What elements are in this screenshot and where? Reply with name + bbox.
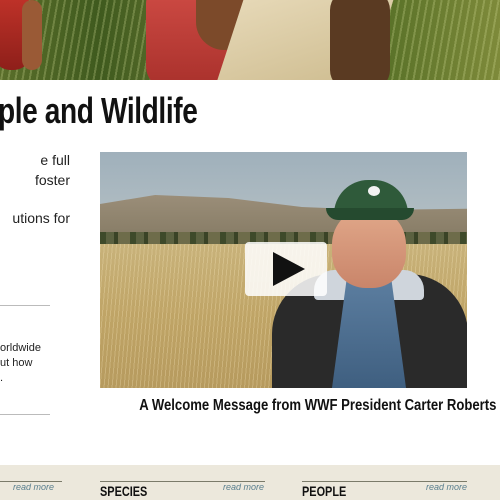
intro-line — [0, 190, 70, 208]
section-title-people[interactable]: PEOPLE — [302, 483, 346, 499]
divider — [0, 305, 50, 306]
presenter-face — [332, 208, 406, 288]
section-title-species[interactable]: SPECIES — [100, 483, 147, 499]
hero-photo — [0, 0, 500, 80]
play-button[interactable] — [245, 242, 327, 296]
section-strip: read more SPECIES read more PEOPLE read … — [0, 465, 500, 500]
side-note[interactable]: orldwide ut how . — [0, 341, 60, 386]
side-note-line: . — [0, 372, 4, 384]
divider — [0, 414, 50, 415]
presenter-cap-brim — [326, 208, 414, 220]
video-player[interactable] — [100, 152, 467, 388]
intro-line: foster — [34, 172, 70, 188]
panda-logo-icon — [368, 186, 380, 196]
play-icon — [273, 252, 305, 286]
intro-line: e full — [40, 152, 70, 168]
side-note-line: ut how — [0, 357, 33, 369]
page-title: ple and Wildlife — [0, 90, 198, 131]
intro-text: e full foster utions for — [0, 150, 70, 228]
read-more-link[interactable]: read more — [223, 482, 264, 492]
intro-line: utions for — [12, 210, 70, 226]
video-caption-text: A Welcome Message from WWF President Car… — [139, 397, 497, 414]
read-more-link[interactable]: read more — [426, 482, 467, 492]
side-note-line: orldwide — [0, 342, 41, 354]
video-caption: A Welcome Message from WWF President Car… — [100, 397, 496, 415]
read-more-link[interactable]: read more — [13, 482, 54, 492]
